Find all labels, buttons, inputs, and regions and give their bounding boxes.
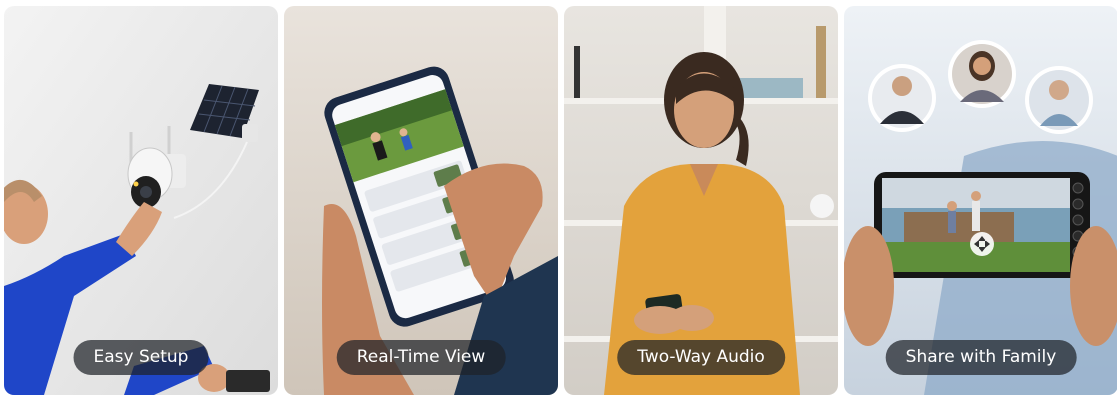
caption-easy-setup: Easy Setup <box>73 340 209 375</box>
two-way-audio-illustration <box>564 6 838 395</box>
smartphone-landscape-icon <box>874 172 1090 278</box>
avatar-man-suit-icon <box>868 64 936 132</box>
real-time-view-illustration <box>284 6 558 395</box>
caption-real-time-view: Real-Time View <box>336 340 506 375</box>
caption-share-with-family: Share with Family <box>885 340 1077 375</box>
share-with-family-illustration <box>844 6 1117 395</box>
panel-share-with-family: Share with Family <box>844 6 1117 395</box>
easy-setup-illustration <box>4 6 278 395</box>
avatar-older-man-icon <box>1025 66 1093 134</box>
caption-two-way-audio: Two-Way Audio <box>617 340 785 375</box>
panel-real-time-view: Real-Time View <box>284 6 558 395</box>
panel-easy-setup: Easy Setup <box>4 6 278 395</box>
feature-strip: Easy Setup Real-Time View Two-Way Audio … <box>0 0 1117 399</box>
panel-two-way-audio: Two-Way Audio <box>564 6 838 395</box>
avatar-woman-icon <box>948 40 1016 108</box>
